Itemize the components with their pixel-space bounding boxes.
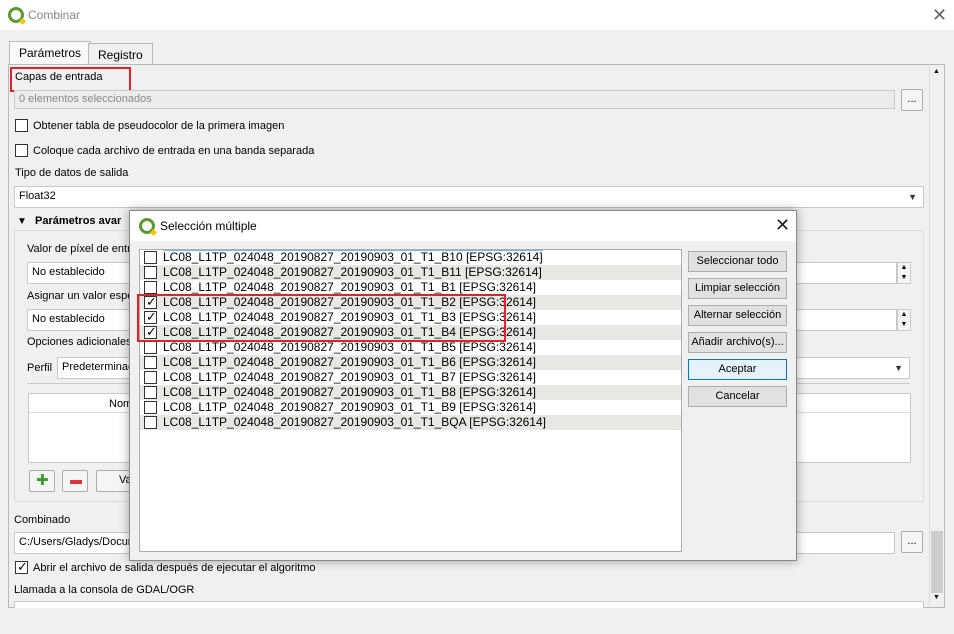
list-item[interactable]: LC08_L1TP_024048_20190827_20190903_01_T1… [140,385,681,400]
panel-scrollbar[interactable]: ▲ ▼ [929,66,944,606]
list-item-checkbox[interactable] [144,401,157,414]
scroll-down-icon[interactable]: ▼ [933,594,940,601]
pct-checkbox[interactable] [15,119,28,132]
dialog-titlebar: Selección múltiple ✕ [130,211,796,241]
tab-registro[interactable]: Registro [88,43,153,65]
list-item-label: LC08_L1TP_024048_20190827_20190903_01_T1… [163,355,536,369]
list-item-label: LC08_L1TP_024048_20190827_20190903_01_T1… [163,280,536,294]
list-item-checkbox[interactable] [144,416,157,429]
list-item-label: LC08_L1TP_024048_20190827_20190903_01_T1… [163,415,546,429]
list-item-checkbox[interactable] [144,341,157,354]
list-item-label: LC08_L1TP_024048_20190827_20190903_01_T1… [163,265,542,279]
toggle-selection-button[interactable]: Alternar selección [688,305,787,326]
multiple-selection-dialog: Selección múltiple ✕ LC08_L1TP_024048_20… [129,210,797,561]
chevron-down-icon: ▼ [894,363,903,373]
pct-checkbox-label: Obtener tabla de pseudocolor de la prime… [33,120,285,132]
qgis-logo-icon [139,218,155,234]
select-all-button[interactable]: Seleccionar todo [688,251,787,272]
list-item[interactable]: LC08_L1TP_024048_20190827_20190903_01_T1… [140,355,681,370]
list-item-checkbox[interactable] [144,251,157,264]
plus-icon: ✚ [36,472,49,489]
list-item-label: LC08_L1TP_024048_20190827_20190903_01_T1… [163,370,536,384]
open-output-label: Abrir el archivo de salida después de ej… [33,562,316,574]
output-label: Combinado [14,514,71,526]
console-label: Llamada a la consola de GDAL/OGR [14,584,195,596]
list-item-checkbox[interactable] [144,371,157,384]
list-item[interactable]: LC08_L1TP_024048_20190827_20190903_01_T1… [140,265,681,280]
console-field[interactable] [14,601,924,608]
input-layers-field[interactable]: 0 elementos seleccionados [14,90,895,109]
profile-value: Predeterminad [62,361,135,373]
qgis-logo-icon [8,7,24,23]
chevron-down-icon: ▼ [908,192,917,202]
scroll-up-icon[interactable]: ▲ [933,68,940,75]
list-item[interactable]: LC08_L1TP_024048_20190827_20190903_01_T1… [140,340,681,355]
open-output-checkbox[interactable] [15,559,28,575]
list-item-label: LC08_L1TP_024048_20190827_20190903_01_T1… [163,340,536,354]
list-item-label: LC08_L1TP_024048_20190827_20190903_01_T1… [163,385,536,399]
list-item[interactable]: LC08_L1TP_024048_20190827_20190903_01_T1… [140,370,681,385]
highlight-box-selected-layers [137,294,506,342]
list-item-checkbox[interactable] [144,356,157,369]
ok-button[interactable]: Aceptar [688,359,787,380]
list-item-checkbox[interactable] [144,386,157,399]
list-item[interactable]: LC08_L1TP_024048_20190827_20190903_01_T1… [140,250,681,265]
list-item[interactable]: LC08_L1TP_024048_20190827_20190903_01_T1… [140,400,681,415]
output-browse-button[interactable]: ... [901,531,923,553]
advanced-params-label[interactable]: Parámetros avar [35,215,121,227]
remove-row-button[interactable] [62,470,88,492]
pixel-value-spinner[interactable]: ▲ ▼ [897,262,911,284]
list-item-checkbox[interactable] [144,281,157,294]
input-layers-label: Capas de entrada [15,71,103,83]
window-title: Combinar [28,8,81,22]
tab-parametros[interactable]: Parámetros [9,41,92,65]
window-titlebar: Combinar ✕ [0,0,954,30]
list-item[interactable]: LC08_L1TP_024048_20190827_20190903_01_T1… [140,415,681,430]
extra-options-label: Opciones adicionales [27,336,132,348]
add-files-button[interactable]: Añadir archivo(s)... [688,332,787,353]
separate-checkbox[interactable] [15,144,28,157]
dialog-title: Selección múltiple [160,219,257,233]
datatype-value: Float32 [19,190,56,202]
separate-checkbox-label: Coloque cada archivo de entrada en una b… [33,145,315,157]
add-row-button[interactable]: ✚ [29,470,55,492]
datatype-label: Tipo de datos de salida [15,167,129,179]
list-item-checkbox[interactable] [144,266,157,279]
profile-label: Perfil [27,362,53,374]
datatype-combo[interactable]: Float32 ▼ [14,186,924,208]
cancel-button[interactable]: Cancelar [688,386,787,407]
assign-value-spinner[interactable]: ▲ ▼ [897,309,911,331]
close-icon[interactable]: ✕ [775,216,790,234]
input-layers-browse-button[interactable]: ... [901,89,923,111]
minus-icon [70,480,82,484]
list-item-label: LC08_L1TP_024048_20190827_20190903_01_T1… [163,400,536,414]
list-item[interactable]: LC08_L1TP_024048_20190827_20190903_01_T1… [140,280,681,295]
collapse-triangle-icon[interactable]: ▼ [17,216,27,227]
close-icon[interactable]: ✕ [932,6,947,24]
assign-value-label: Asignar un valor espe [27,290,134,302]
clear-selection-button[interactable]: Limpiar selección [688,278,787,299]
scroll-thumb[interactable] [931,531,943,593]
pixel-value-label: Valor de píxel de entra [27,243,137,255]
list-item-label: LC08_L1TP_024048_20190827_20190903_01_T1… [163,250,543,264]
